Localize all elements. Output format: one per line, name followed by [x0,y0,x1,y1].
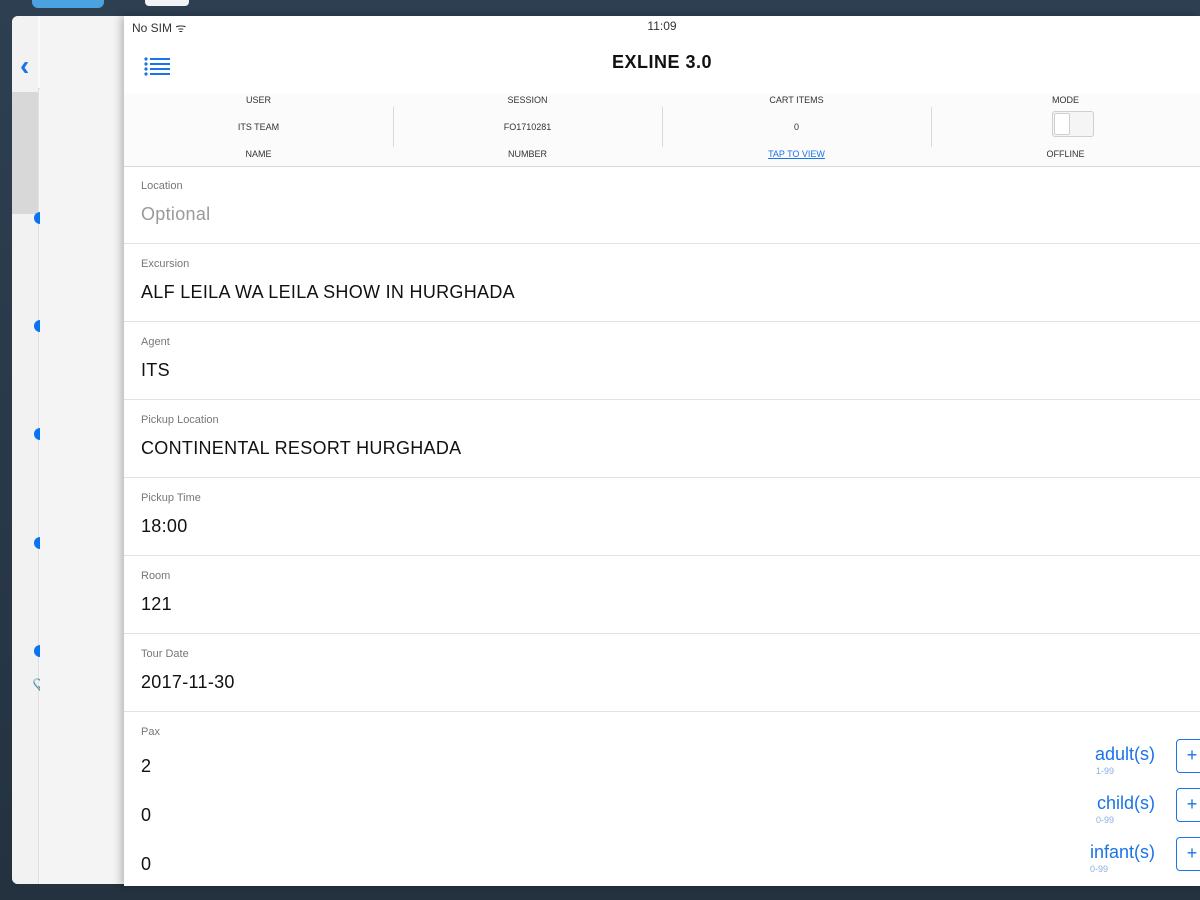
tour-date-field[interactable]: Tour Date 2017-11-30 [124,634,1200,712]
user-footer: NAME [245,149,272,159]
room-value[interactable]: 121 [141,594,172,615]
mode-status: OFFLINE [1046,149,1085,159]
session-value: FO1710281 [503,122,552,132]
cart-header: CART ITEMS [769,95,824,105]
location-input[interactable]: Optional [141,204,210,225]
info-session: SESSION FO1710281 NUMBER [393,93,662,166]
cart-count: 0 [793,122,799,132]
pax-row-infant: 0 infant(s) 0-99 + [124,837,1200,886]
adult-increment-button[interactable]: + [1176,739,1200,773]
excursion-value[interactable]: ALF LEILA WA LEILA SHOW IN HURGHADA [141,282,515,303]
booking-form: Location Optional Excursion ALF LEILA WA… [124,166,1200,886]
field-label: Location [141,180,183,192]
infant-count: 0 [141,854,152,874]
user-header: USER [245,95,271,105]
agent-value[interactable]: ITS [141,360,170,381]
field-label: Pickup Location [141,414,219,426]
pax-label: Pax [141,726,160,738]
exline-app-window: No SIM ᯤ 11:09 EXLINE 3.0 USER ITS TEAM … [124,16,1200,886]
location-field[interactable]: Location Optional [124,166,1200,244]
status-bar: No SIM ᯤ 11:09 [124,16,1200,38]
child-range: 0-99 [1095,815,1114,825]
child-increment-button[interactable]: + [1176,788,1200,822]
session-header: SESSION [507,95,548,105]
infant-type-label: infant(s) [1089,842,1155,862]
background-panel [40,16,131,884]
dock-app-white[interactable] [145,0,189,6]
user-value: ITS TEAM [237,122,280,132]
pickup-time-value[interactable]: 18:00 [141,516,188,537]
session-footer: NUMBER [507,149,547,159]
pickup-location-value[interactable]: CONTINENTAL RESORT HURGHADA [141,438,461,459]
infant-range: 0-99 [1089,864,1108,874]
field-label: Agent [141,336,170,348]
pax-section: Pax 2 adult(s) 1-99 + 0 child(s) 0-99 + … [124,712,1200,886]
session-info-bar: USER ITS TEAM NAME SESSION FO1710281 NUM… [124,93,1200,167]
agent-field[interactable]: Agent ITS [124,322,1200,400]
pickup-location-field[interactable]: Pickup Location CONTINENTAL RESORT HURGH… [124,400,1200,478]
info-cart: CART ITEMS 0 TAP TO VIEW [662,93,931,166]
page-title: EXLINE 3.0 [611,52,713,72]
pax-row-adult: 2 adult(s) 1-99 + [124,739,1200,792]
chevron-left-icon[interactable]: ‹ [20,52,29,80]
adult-type-label: adult(s) [1094,744,1155,764]
cart-view-link[interactable]: TAP TO VIEW [768,149,825,159]
field-label: Pickup Time [141,492,201,504]
adult-count: 2 [141,756,152,776]
child-count: 0 [141,805,152,825]
navigation-bar: EXLINE 3.0 [124,38,1200,93]
tour-date-value[interactable]: 2017-11-30 [141,672,235,693]
field-label: Room [141,570,171,582]
background-selected-band [12,92,38,214]
info-mode: MODE OFFLINE [931,93,1200,166]
pax-row-child: 0 child(s) 0-99 + [124,788,1200,841]
pickup-time-field[interactable]: Pickup Time 18:00 [124,478,1200,556]
status-time: 11:09 [647,19,677,33]
mode-header: MODE [1052,95,1079,105]
child-type-label: child(s) [1096,793,1155,813]
room-field[interactable]: Room 121 [124,556,1200,634]
toggle-knob [1053,113,1070,135]
mode-toggle[interactable] [1051,111,1094,137]
info-user: USER ITS TEAM NAME [124,93,393,166]
adult-range: 1-99 [1095,766,1114,776]
excursion-field[interactable]: Excursion ALF LEILA WA LEILA SHOW IN HUR… [124,244,1200,322]
infant-increment-button[interactable]: + [1176,837,1200,871]
dock-app-blue[interactable] [32,0,104,8]
field-label: Tour Date [141,648,189,660]
field-label: Excursion [141,258,190,270]
